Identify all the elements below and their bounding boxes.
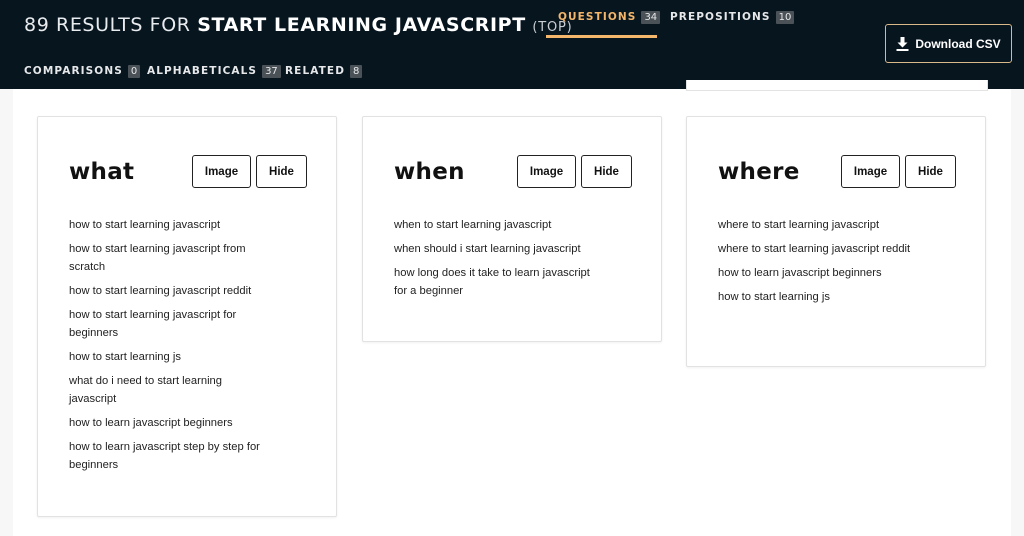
question-card-when: when Image Hide when to start learning j…	[362, 116, 662, 342]
download-label: Download CSV	[915, 36, 1001, 51]
question-list: how to start learning javascript how to …	[69, 216, 269, 480]
question-item[interactable]: where to start learning javascript	[718, 216, 918, 234]
question-item[interactable]: where to start learning javascript reddi…	[718, 240, 918, 258]
question-item[interactable]: how to start learning js	[718, 288, 918, 306]
tab-comparisons[interactable]: COMPARISONS 0	[24, 65, 141, 78]
card-title: what	[69, 159, 135, 185]
question-list: when to start learning javascript when s…	[394, 216, 594, 306]
image-button[interactable]: Image	[517, 155, 576, 188]
tab-label: PREPOSITIONS	[670, 11, 771, 23]
download-csv-button[interactable]: Download CSV	[885, 24, 1012, 63]
tab-questions[interactable]: QUESTIONS 34	[558, 11, 661, 24]
image-button[interactable]: Image	[192, 155, 251, 188]
tab-label: COMPARISONS	[24, 65, 123, 77]
results-header: 89 RESULTS FOR START LEARNING JAVASCRIPT…	[0, 0, 1024, 89]
question-item[interactable]: what do i need to start learning javascr…	[69, 372, 269, 408]
tab-alphabeticals[interactable]: ALPHABETICALS 37	[147, 65, 281, 78]
question-item[interactable]: how to start learning javascript for beg…	[69, 306, 269, 342]
question-item[interactable]: how to learn javascript step by step for…	[69, 438, 269, 474]
question-item[interactable]: how to start learning javascript reddit	[69, 282, 269, 300]
tab-prepositions[interactable]: PREPOSITIONS 10	[670, 11, 795, 24]
tab-label: RELATED	[285, 65, 346, 77]
tab-count: 34	[641, 11, 661, 24]
question-item[interactable]: how to start learning js	[69, 348, 269, 366]
hide-button[interactable]: Hide	[256, 155, 307, 188]
active-tab-indicator	[546, 35, 657, 38]
tab-count: 0	[127, 65, 141, 78]
results-title: 89 RESULTS FOR START LEARNING JAVASCRIPT…	[24, 14, 573, 36]
hide-button[interactable]: Hide	[581, 155, 632, 188]
card-title: where	[718, 159, 800, 185]
tab-count: 8	[350, 65, 363, 78]
question-item[interactable]: how to start learning javascript	[69, 216, 269, 234]
tab-count: 10	[775, 11, 795, 24]
tab-count: 37	[262, 65, 281, 78]
question-item[interactable]: when should i start learning javascript	[394, 240, 594, 258]
question-item[interactable]: how long does it take to learn javascrip…	[394, 264, 594, 300]
question-card-where: where Image Hide where to start learning…	[686, 116, 986, 367]
results-count: 89 RESULTS FOR	[24, 14, 191, 36]
search-query: START LEARNING JAVASCRIPT	[197, 14, 526, 36]
card-title: when	[394, 159, 465, 185]
question-item[interactable]: when to start learning javascript	[394, 216, 594, 234]
question-item[interactable]: how to learn javascript beginners	[718, 264, 918, 282]
question-card-what: what Image Hide how to start learning ja…	[37, 116, 337, 517]
question-list: where to start learning javascript where…	[718, 216, 918, 312]
hide-button[interactable]: Hide	[905, 155, 956, 188]
tab-label: ALPHABETICALS	[147, 65, 258, 77]
image-button[interactable]: Image	[841, 155, 900, 188]
download-icon	[896, 36, 909, 51]
question-item[interactable]: how to learn javascript beginners	[69, 414, 269, 432]
tab-label: QUESTIONS	[558, 11, 637, 23]
previous-card-bottom	[686, 80, 988, 91]
question-item[interactable]: how to start learning javascript from sc…	[69, 240, 269, 276]
tab-related[interactable]: RELATED 8	[285, 65, 363, 78]
